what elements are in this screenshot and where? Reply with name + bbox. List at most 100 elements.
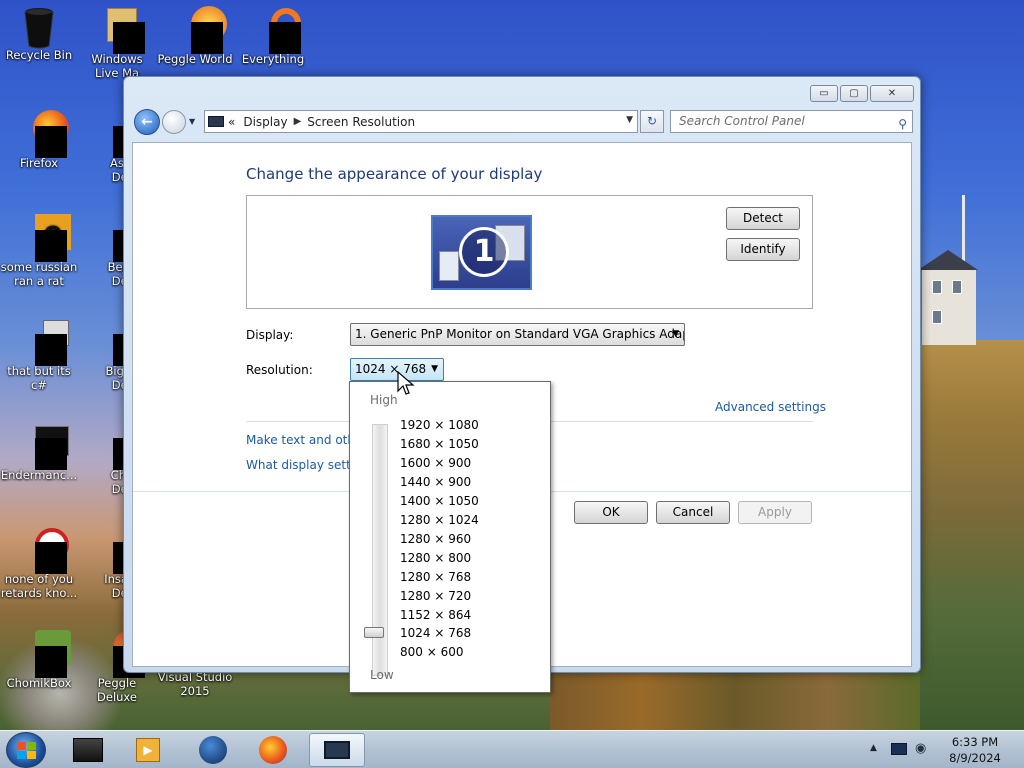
desktop-icon-windows-live[interactable]: Windows Live Ma [78,6,156,80]
refresh-button[interactable]: ↻ [640,110,664,133]
resolution-option[interactable]: 1024 × 768 [400,626,471,640]
media-player-icon: ▶ [136,738,160,762]
breadcrumb-display[interactable]: Display [243,115,287,129]
desktop-icon-recycle-bin[interactable]: Recycle Bin [0,6,78,62]
copy-icon [21,318,69,366]
forward-button[interactable] [162,110,186,134]
clock-time: 6:33 PM [951,735,999,749]
resolution-option[interactable]: 1152 × 864 [400,608,471,622]
desktop-icon-chomikbox[interactable]: ChomikBox [0,630,78,690]
desktop-icon-that-but-its-csharp[interactable]: that but its c# [0,318,78,392]
network-icon[interactable] [891,743,907,755]
taskbar: ▶ ▲ ◉ 6:33 PM 8/9/2024 [0,730,1024,768]
refresh-icon: ↻ [646,114,658,128]
minimize-button[interactable]: ▭ [810,85,838,102]
desktop-icon-label: Peggle World [157,52,233,66]
house-background [918,250,978,345]
address-bar[interactable]: « Display ▶ Screen Resolution ▼ [204,110,638,133]
low-label: Low [370,668,394,682]
taskbar-item-dark-app[interactable] [62,733,114,767]
foliage-background [550,672,920,730]
clock[interactable]: 6:33 PM 8/9/2024 [940,734,1010,766]
resolution-select-value: 1024 × 768 [355,362,427,376]
resolution-option[interactable]: 1440 × 900 [400,475,471,489]
resolution-slider-track[interactable] [372,424,388,676]
taskbar-item-firefox[interactable] [247,733,299,767]
advanced-settings-link[interactable]: Advanced settings [715,400,826,414]
desktop-icon-endermanch[interactable]: Endermanc... [0,422,78,482]
resolution-option[interactable]: 1280 × 768 [400,570,471,584]
mouse-cursor-icon [397,371,415,395]
desktop-icon-label: none of you retards kno... [0,572,78,600]
desktop-icon-peggle-world[interactable]: Peggle World [156,6,234,66]
volume-icon[interactable]: ◉ [915,741,926,756]
resolution-option[interactable]: 1280 × 1024 [400,513,479,527]
cancel-button[interactable]: Cancel [656,501,730,524]
breadcrumb-prefix[interactable]: « [228,115,235,129]
page-title: Change the appearance of your display [246,165,543,183]
desktop-icon-label: Endermanc... [0,468,78,482]
taskbar-item-globe[interactable] [187,733,239,767]
resolution-option[interactable]: 1280 × 720 [400,589,471,603]
search-placeholder: Search Control Panel [679,114,805,128]
caption-buttons: ▭ ▢ ✕ [810,85,914,102]
recycle-bin-icon [21,6,57,49]
start-button[interactable] [6,732,46,768]
address-dropdown-icon[interactable]: ▼ [626,115,633,125]
resolution-option[interactable]: 1680 × 1050 [400,437,479,451]
display-label: Display: [246,328,294,342]
desktop-icon-label: Visual Studio 2015 [157,670,233,698]
chomikbox-icon [21,630,71,678]
resolution-option[interactable]: 1280 × 960 [400,532,471,546]
firefox-icon [259,736,287,764]
display-control-panel-icon [208,116,224,127]
resolution-slider-thumb[interactable] [364,627,384,638]
resolution-option[interactable]: 800 × 600 [400,645,464,659]
resolution-label: Resolution: [246,363,313,377]
close-icon: ✕ [887,88,897,99]
desktop-icon-label: Peggle Deluxe [97,676,137,704]
maximize-button[interactable]: ▢ [840,85,868,102]
show-hidden-icons-icon[interactable]: ▲ [870,743,877,753]
windows-logo-icon [17,742,36,759]
desktop-icon-everything[interactable]: Everything [234,6,312,66]
identify-button[interactable]: Identify [726,238,800,261]
search-icon[interactable]: ⚲ [898,114,907,135]
detect-button[interactable]: Detect [726,207,800,230]
taskbar-item-media-player[interactable]: ▶ [122,733,174,767]
display-select[interactable]: 1. Generic PnP Monitor on Standard VGA G… [350,323,685,346]
desktop-icon-label: Recycle Bin [5,48,73,62]
back-arrow-icon: ← [141,114,153,130]
resolution-option[interactable]: 1920 × 1080 [400,418,479,432]
breadcrumb-screen-resolution[interactable]: Screen Resolution [307,115,415,129]
minimize-icon: ▭ [819,88,829,99]
high-label: High [370,393,398,407]
desktop-icon-label: some russian ran a rat [0,260,78,288]
taskbar-item-display-window[interactable] [309,733,365,767]
desktop-icon-some-russian[interactable]: e some russian ran a rat [0,214,78,288]
chevron-down-icon: ▼ [431,364,438,374]
desktop-icon-none-of-you[interactable]: none of you retards kno... [0,526,78,600]
recent-pages-dropdown[interactable]: ▼ [189,117,195,126]
desktop-icon-label: ChomikBox [6,676,72,690]
display-select-value: 1. Generic PnP Monitor on Standard VGA G… [355,327,685,341]
monitor-number: 1 [459,227,509,277]
monitor-1-icon[interactable]: 1 [431,215,532,290]
resolution-option[interactable]: 1600 × 900 [400,456,471,470]
desktop-icon-firefox[interactable]: Firefox [0,110,78,170]
terminal-icon [21,422,69,470]
resolution-dropdown: High 1920 × 1080 1680 × 1050 1600 × 900 144… [349,381,551,693]
resolution-option[interactable]: 1280 × 800 [400,551,471,565]
ok-button[interactable]: OK [574,501,648,524]
everything-icon [255,6,301,54]
back-button[interactable]: ← [134,109,160,135]
search-input[interactable]: Search Control Panel ⚲ [670,110,913,133]
resolution-option[interactable]: 1400 × 1050 [400,494,479,508]
maximize-icon: ▢ [849,88,859,99]
apply-button[interactable]: Apply [738,501,812,524]
desktop-icon-label: that but its c# [7,364,71,392]
close-button[interactable]: ✕ [870,85,914,102]
breadcrumb-separator-icon[interactable]: ▶ [294,116,302,127]
ie-icon: e [21,214,71,262]
globe-icon [199,736,227,764]
